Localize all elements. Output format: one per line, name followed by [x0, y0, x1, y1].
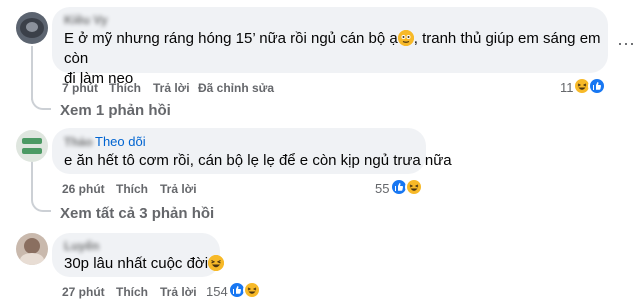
- comment-text: E ở mỹ nhưng ráng hóng 15’ nữa rồi ngủ c…: [64, 29, 604, 89]
- view-replies-link[interactable]: Xem tất cả 3 phản hồi: [60, 205, 214, 222]
- comment-text-line1: E ở mỹ nhưng ráng hóng 15’ nữa rồi ngủ c…: [64, 30, 398, 47]
- emoji-icon: [397, 30, 414, 46]
- like-icon[interactable]: [588, 77, 606, 95]
- thread-elbow: [31, 190, 51, 212]
- avatar[interactable]: [16, 130, 48, 162]
- comment-author[interactable]: Kiều Vy: [64, 13, 108, 27]
- haha-emoji-icon: [208, 255, 225, 271]
- like-button[interactable]: Thích: [109, 81, 141, 95]
- avatar[interactable]: [16, 12, 48, 44]
- reaction-count[interactable]: 154: [206, 284, 228, 299]
- reply-button[interactable]: Trả lời: [160, 285, 197, 299]
- avatar[interactable]: [16, 233, 48, 265]
- thread-elbow: [31, 88, 51, 110]
- haha-icon[interactable]: [405, 178, 423, 196]
- comment-time[interactable]: 27 phút: [62, 285, 105, 299]
- reaction-count[interactable]: 11: [560, 80, 574, 95]
- like-button[interactable]: Thích: [116, 285, 148, 299]
- comment-author[interactable]: Luyến: [64, 239, 99, 253]
- like-button[interactable]: Thích: [116, 182, 148, 196]
- reaction-count[interactable]: 55: [375, 181, 389, 196]
- reply-button[interactable]: Trả lời: [153, 81, 190, 95]
- edited-label: Đã chỉnh sửa: [198, 81, 275, 95]
- comment-text-body: 30p lâu nhất cuộc đời: [64, 255, 209, 272]
- more-icon[interactable]: ⋯: [612, 30, 640, 58]
- comment-text: e ăn hết tô cơm rồi, cán bộ lẹ lẹ để e c…: [64, 152, 452, 169]
- comment-time[interactable]: 7 phút: [62, 81, 98, 95]
- comment-time[interactable]: 26 phút: [62, 182, 105, 196]
- haha-icon[interactable]: [243, 281, 261, 299]
- follow-link[interactable]: Theo dõi: [95, 134, 146, 149]
- comment-author[interactable]: Thảo: [64, 135, 93, 149]
- comment-text: 30p lâu nhất cuộc đời: [64, 254, 225, 274]
- reply-button[interactable]: Trả lời: [160, 182, 197, 196]
- view-replies-link[interactable]: Xem 1 phản hồi: [60, 102, 171, 119]
